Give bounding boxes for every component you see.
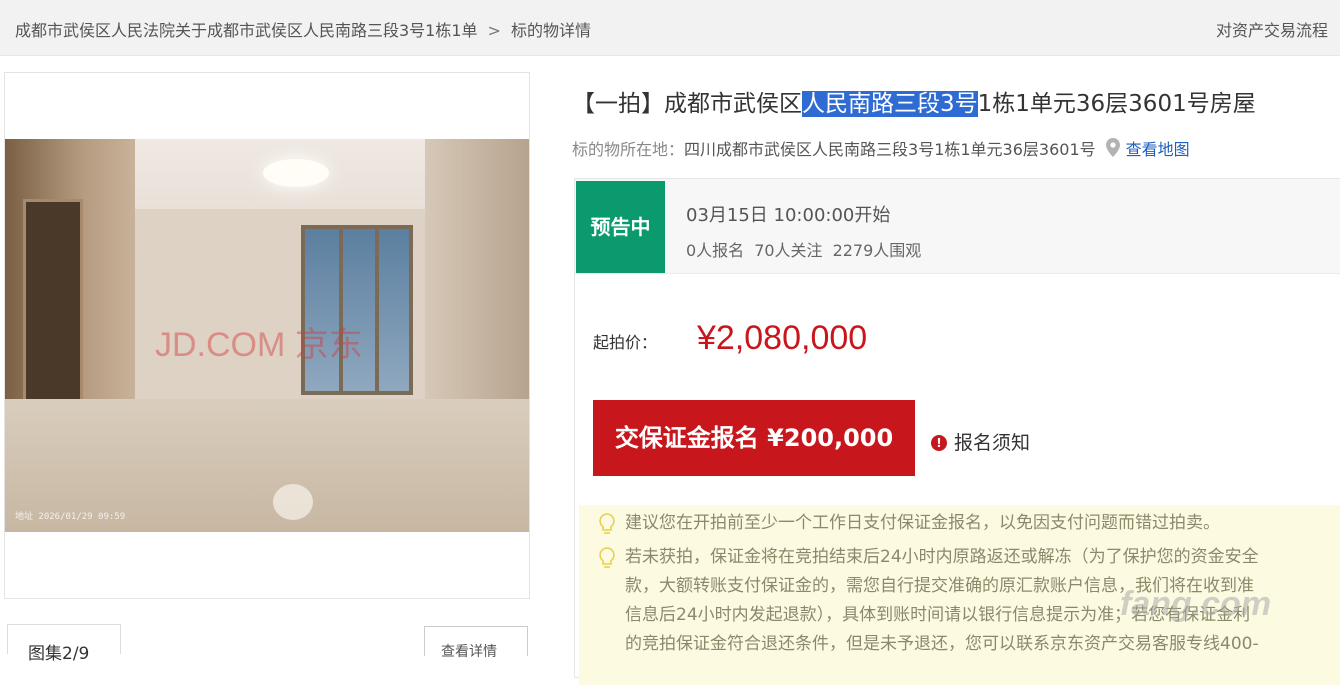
starting-price-label: 起拍价： — [593, 333, 658, 352]
listing-title: 【一拍】成都市武侯区人民南路三段3号1栋1单元36层3601号房屋 — [572, 91, 1256, 117]
top-bar: 成都市武侯区人民法院关于成都市武侯区人民南路三段3号1栋1单 > 标的物详情 对资产… — [0, 0, 1340, 56]
photo-gallery: JD.COM 京东 地址 2026/01/29 09:59 — [4, 72, 530, 599]
lightbulb-icon — [597, 512, 617, 546]
ceiling-light — [263, 159, 329, 187]
location-row: 标的物所在地：四川成都市武侯区人民南路三段3号1栋1单元36层3601号 查看地图 — [572, 136, 1190, 161]
map-pin-icon — [1105, 138, 1120, 161]
registration-notice-link[interactable]: ! 报名须知 — [931, 428, 1030, 455]
auction-stats: 0人报名 70人关注 2279人围观 — [686, 237, 931, 261]
start-time: 03月15日 10:00:00开始 — [686, 205, 891, 226]
follower-count: 70人关注 — [754, 241, 823, 260]
photo-timestamp: 地址 2026/01/29 09:59 — [15, 512, 126, 522]
breadcrumb-parent-link[interactable]: 成都市武侯区人民法院关于成都市武侯区人民南路三段3号1栋1单 — [15, 21, 478, 40]
starting-price: ¥2,080,000 — [697, 319, 868, 357]
status-row: 预告中 03月15日 10:00:00开始 0人报名 70人关注 2279人围观 — [575, 179, 1340, 274]
tip-item: 建议您在开拍前至少一个工作日支付保证金报名，以免因支付问题而错过拍卖。 — [597, 509, 1220, 538]
signup-count: 0人报名 — [686, 241, 745, 260]
lightbulb-icon — [597, 546, 617, 580]
location-value: 四川成都市武侯区人民南路三段3号1栋1单元36层3601号 — [684, 140, 1096, 159]
breadcrumb-current: 标的物详情 — [510, 21, 591, 40]
gallery-tab[interactable]: 图集2/9 — [7, 624, 121, 664]
location-label: 标的物所在地： — [572, 140, 685, 159]
view-details-button[interactable]: 查看详情 — [424, 626, 528, 660]
photo-watermark: JD.COM 京东 — [155, 326, 363, 364]
pay-deposit-register-button[interactable]: 交保证金报名 ¥200,000 — [593, 400, 915, 476]
viewer-count: 2279人围观 — [832, 241, 922, 260]
site-watermark: fang.com — [1120, 585, 1272, 623]
view-map-link[interactable]: 查看地图 — [1126, 140, 1190, 159]
status-badge: 预告中 — [576, 181, 665, 273]
exclamation-icon: ! — [931, 435, 947, 451]
property-photo[interactable]: JD.COM 京东 地址 2026/01/29 09:59 — [5, 139, 529, 532]
title-selected-text: 人民南路三段3号 — [802, 91, 978, 117]
breadcrumb-separator: > — [487, 21, 501, 40]
breadcrumb: 成都市武侯区人民法院关于成都市武侯区人民南路三段3号1栋1单 > 标的物详情 — [15, 17, 591, 41]
asset-trading-process-link[interactable]: 对资产交易流程 — [1216, 17, 1340, 41]
